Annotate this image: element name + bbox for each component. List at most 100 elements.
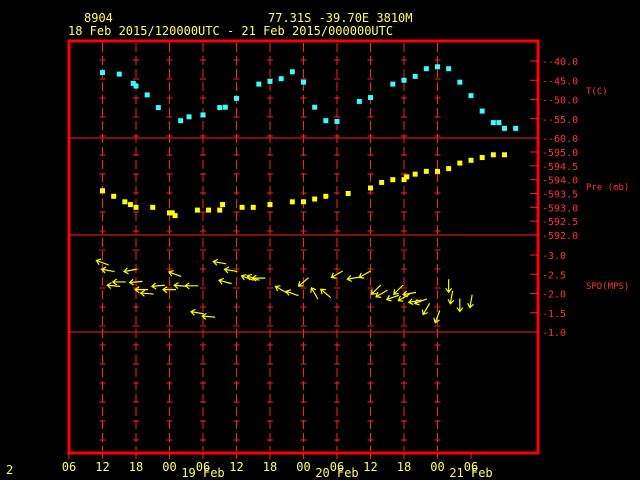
temperature-point	[217, 105, 223, 111]
pressure-point	[446, 166, 452, 172]
pressure-point	[127, 202, 133, 208]
temperature-point	[200, 112, 206, 118]
pressure-point	[301, 199, 306, 205]
wind-axis-label: SPD(MPS)	[586, 282, 629, 292]
pressure-point	[239, 204, 245, 210]
wind-arrow	[310, 287, 319, 300]
temperature-point	[144, 92, 150, 98]
x-tick-label: 00	[296, 460, 310, 474]
station-id: 8904	[84, 11, 113, 25]
pressure-point	[412, 171, 418, 177]
temperature-point	[334, 118, 340, 124]
wind-arrow	[212, 258, 227, 266]
pressure-point	[111, 193, 117, 199]
temperature-point	[435, 64, 440, 70]
data-layer	[95, 64, 519, 324]
y-tick-label-wind: -1.0	[542, 328, 566, 339]
x-tick-label: 12	[95, 460, 109, 474]
y-tick-label-temperature: --50.0	[542, 96, 578, 107]
y-tick-label-pressure: -593.0	[542, 203, 578, 214]
temperature-point	[323, 118, 329, 124]
wind-arrow	[190, 308, 204, 316]
pressure-point	[345, 191, 351, 196]
y-tick-label-temperature: --55.0	[542, 115, 578, 126]
y-tick-label-temperature: --60.0	[542, 134, 578, 145]
day-label: 20 Feb	[315, 466, 358, 480]
pressure-point	[133, 204, 139, 210]
temperature-point	[116, 71, 122, 77]
x-tick-label: 18	[263, 460, 277, 474]
pressure-point	[435, 168, 440, 174]
pressure-point	[220, 202, 226, 208]
temperature-point	[301, 79, 306, 85]
temperature-point	[423, 66, 429, 72]
temperature-point	[178, 118, 184, 124]
y-tick-label-temperature: --45.0	[542, 76, 578, 87]
day-label: 21 Feb	[449, 466, 492, 480]
temperature-point	[356, 98, 362, 104]
temperature-point	[234, 95, 239, 101]
pressure-point	[323, 193, 329, 199]
pressure-point	[206, 207, 212, 213]
page-number: 2	[6, 463, 13, 477]
wind-arrow	[201, 312, 216, 320]
temperature-point	[401, 77, 407, 83]
temperature-point	[267, 78, 273, 84]
y-tick-label-pressure: -594.5	[542, 162, 578, 173]
temperature-point	[446, 66, 452, 72]
wind-arrow	[150, 282, 165, 290]
wind-arrow	[346, 275, 361, 283]
y-tick-label-wind: -2.0	[542, 290, 566, 301]
wind-arrow	[402, 290, 417, 298]
temperature-point	[479, 108, 485, 114]
pressure-point	[250, 204, 256, 210]
station-location: 77.31S -39.70E 3810M	[268, 11, 413, 25]
temperature-point	[457, 79, 463, 85]
y-tick-label-pressure: -592.5	[542, 217, 578, 228]
pressure-point	[150, 204, 156, 210]
y-tick-label-pressure: -592.0	[542, 231, 578, 242]
y-tick-label-pressure: -594.0	[542, 176, 578, 187]
temperature-point	[368, 95, 373, 101]
temperature-point	[222, 104, 228, 110]
y-tick-label-temperature: --40.0	[542, 57, 578, 68]
temperature-point	[513, 125, 519, 131]
wind-arrow	[320, 288, 332, 299]
pressure-point	[390, 177, 396, 183]
grid-layer	[68, 43, 538, 459]
wind-arrow	[274, 285, 288, 294]
wind-arrow	[375, 289, 388, 298]
wind-arrow	[445, 279, 453, 294]
wind-arrow	[106, 282, 121, 290]
pressure-point	[404, 174, 410, 180]
pressure-point	[379, 179, 385, 185]
pressure-point	[468, 157, 474, 163]
pressure-point	[172, 213, 178, 219]
wind-arrow	[285, 289, 299, 297]
pressure-point	[267, 202, 273, 208]
pressure-point	[100, 188, 105, 194]
temperature-point	[186, 114, 192, 120]
wind-arrow	[218, 277, 232, 285]
x-tick-label: 06	[62, 460, 76, 474]
wind-arrow	[421, 302, 431, 316]
temperature-point	[412, 73, 418, 79]
y-tick-label-pressure: -593.5	[542, 190, 578, 201]
wind-arrow	[100, 266, 115, 274]
x-tick-label: 00	[162, 460, 176, 474]
pressure-point	[368, 185, 373, 191]
temperature-point	[490, 120, 496, 126]
wind-arrow	[184, 282, 199, 290]
pressure-point	[457, 160, 463, 166]
pressure-point	[423, 168, 429, 174]
temperature-point	[289, 69, 295, 75]
y-tick-label-wind: -1.5	[542, 309, 566, 320]
pressure-point	[194, 207, 200, 213]
pressure-point	[122, 199, 128, 205]
wind-arrow	[467, 294, 474, 309]
wind-arrow	[385, 294, 400, 302]
temperature-point	[496, 120, 502, 126]
time-period: 18 Feb 2015/120000UTC - 21 Feb 2015/0000…	[68, 24, 393, 38]
pressure-point	[502, 152, 507, 158]
x-tick-label: 12	[229, 460, 243, 474]
